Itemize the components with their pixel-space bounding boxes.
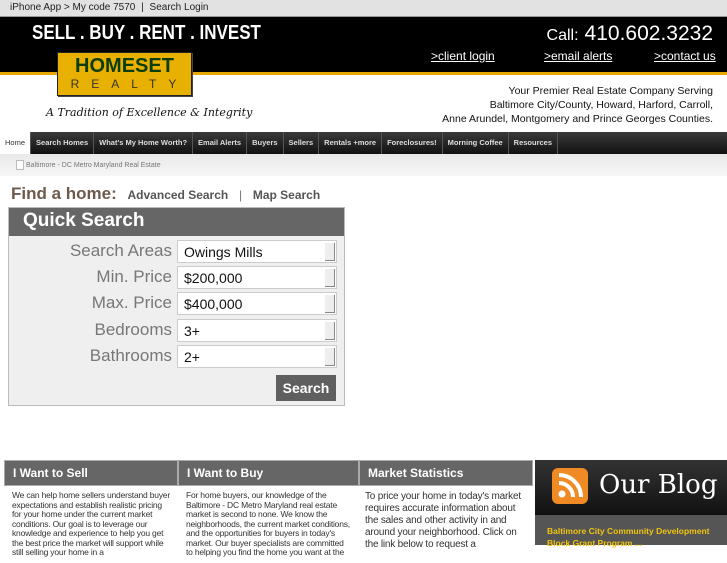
find-title: Find a home: bbox=[11, 184, 117, 203]
nav-home-worth[interactable]: What's My Home Worth? bbox=[94, 132, 194, 154]
page-icon bbox=[16, 160, 24, 170]
phone-call: Call: 410.602.3232 bbox=[547, 22, 713, 46]
advanced-search-link[interactable]: Advanced Search bbox=[128, 188, 229, 202]
blog-header[interactable]: Our Blog bbox=[535, 460, 727, 515]
column-text: For home buyers, our knowledge of the Ba… bbox=[186, 490, 350, 557]
select-value: $400,000 bbox=[184, 296, 243, 312]
field-label: Search Areas bbox=[69, 241, 172, 260]
breadcrumb-item[interactable]: Baltimore - DC Metro Maryland Real Estat… bbox=[26, 162, 161, 169]
column-text: To price your home in today's market req… bbox=[365, 491, 521, 550]
breadcrumb: Baltimore - DC Metro Maryland Real Estat… bbox=[0, 154, 727, 176]
blog-post-link[interactable]: Baltimore City Community Development Blo… bbox=[535, 515, 727, 549]
nav-search-homes[interactable]: Search Homes bbox=[31, 132, 95, 154]
nav-foreclosures[interactable]: Foreclosures! bbox=[382, 132, 443, 154]
field-label: Min. Price bbox=[96, 267, 172, 286]
search-button[interactable]: Search bbox=[276, 375, 336, 401]
dropdown-arrow-icon bbox=[325, 348, 335, 366]
select-value: 3+ bbox=[184, 323, 200, 339]
min-price-row: Min. Price $200,000 bbox=[9, 266, 344, 290]
nav-rentals[interactable]: Rentals +more bbox=[319, 132, 383, 154]
field-label: Max. Price bbox=[91, 293, 172, 312]
buy-column: I Want to Buy For home buyers, our knowle… bbox=[178, 460, 359, 557]
column-title[interactable]: I Want to Buy bbox=[178, 460, 359, 486]
main-nav: Home Search Homes What's My Home Worth? … bbox=[0, 132, 727, 154]
nav-home[interactable]: Home bbox=[0, 132, 32, 154]
column-title[interactable]: Market Statistics bbox=[359, 460, 533, 486]
bathrooms-select[interactable]: 2+ bbox=[177, 345, 337, 368]
dropdown-arrow-icon bbox=[325, 322, 335, 340]
quick-search-title: Quick Search bbox=[9, 208, 344, 236]
min-price-select[interactable]: $200,000 bbox=[177, 266, 337, 289]
contact-us-link[interactable]: >contact us bbox=[654, 49, 716, 63]
separator: | bbox=[238, 188, 243, 202]
client-login-link[interactable]: >client login bbox=[431, 49, 495, 63]
column-text: We can help home sellers understand buye… bbox=[12, 490, 170, 557]
field-label: Bathrooms bbox=[89, 346, 172, 365]
top-bar: iPhone App > My code 7570 | Search Login bbox=[0, 0, 727, 17]
select-value: 2+ bbox=[184, 349, 200, 365]
phone-number: 410.602.3232 bbox=[584, 22, 713, 45]
iphone-app-link[interactable]: iPhone App > My code 7570 bbox=[10, 2, 135, 13]
nav-buyers[interactable]: Buyers bbox=[247, 132, 284, 154]
logo-subtext: REALTY bbox=[70, 77, 189, 91]
column-title[interactable]: I Want to Sell bbox=[4, 460, 178, 486]
map-search-link[interactable]: Map Search bbox=[253, 188, 320, 202]
slogan: SELL . BUY . RENT . INVEST bbox=[32, 22, 261, 44]
max-price-row: Max. Price $400,000 bbox=[9, 292, 344, 316]
nav-email-alerts[interactable]: Email Alerts bbox=[193, 132, 248, 154]
nav-sellers[interactable]: Sellers bbox=[284, 132, 320, 154]
select-value: $200,000 bbox=[184, 270, 243, 286]
logo-text: HOMESET bbox=[75, 55, 174, 77]
bathrooms-row: Bathrooms 2+ bbox=[9, 345, 344, 369]
separator: | bbox=[141, 2, 144, 13]
search-areas-row: Search Areas Owings Mills bbox=[9, 240, 344, 264]
bedrooms-select[interactable]: 3+ bbox=[177, 319, 337, 342]
find-home-heading: Find a home: Advanced Search | Map Searc… bbox=[11, 184, 320, 204]
max-price-select[interactable]: $400,000 bbox=[177, 292, 337, 315]
dropdown-arrow-icon bbox=[325, 243, 335, 261]
nav-resources[interactable]: Resources bbox=[509, 132, 559, 154]
search-areas-select[interactable]: Owings Mills bbox=[177, 240, 337, 263]
service-line: Anne Arundel, Montgomery and Prince Geor… bbox=[442, 113, 713, 125]
dropdown-arrow-icon bbox=[325, 269, 335, 287]
bedrooms-row: Bedrooms 3+ bbox=[9, 319, 344, 343]
service-line: Your Premier Real Estate Company Serving bbox=[508, 85, 713, 97]
field-label: Bedrooms bbox=[94, 320, 172, 339]
blog-panel: Our Blog Baltimore City Community Develo… bbox=[535, 460, 727, 548]
rss-icon bbox=[552, 468, 588, 504]
sell-column: I Want to Sell We can help home sellers u… bbox=[4, 460, 178, 557]
market-stats-column: Market Statistics To price your home in t… bbox=[359, 460, 533, 550]
service-line: Baltimore City/County, Howard, Harford, … bbox=[489, 99, 713, 111]
select-value: Owings Mills bbox=[184, 244, 263, 260]
service-area: Your Premier Real Estate Company Serving… bbox=[442, 84, 713, 126]
blog-title: Our Blog bbox=[599, 470, 718, 500]
tagline: A Tradition of Excellence & Integrity bbox=[46, 106, 253, 119]
dropdown-arrow-icon bbox=[325, 295, 335, 313]
call-label: Call: bbox=[546, 27, 579, 44]
homeset-logo[interactable]: HOMESET REALTY bbox=[57, 52, 192, 96]
search-login-link[interactable]: Search Login bbox=[150, 2, 209, 13]
email-alerts-link[interactable]: >email alerts bbox=[544, 49, 612, 63]
nav-morning-coffee[interactable]: Morning Coffee bbox=[443, 132, 509, 154]
